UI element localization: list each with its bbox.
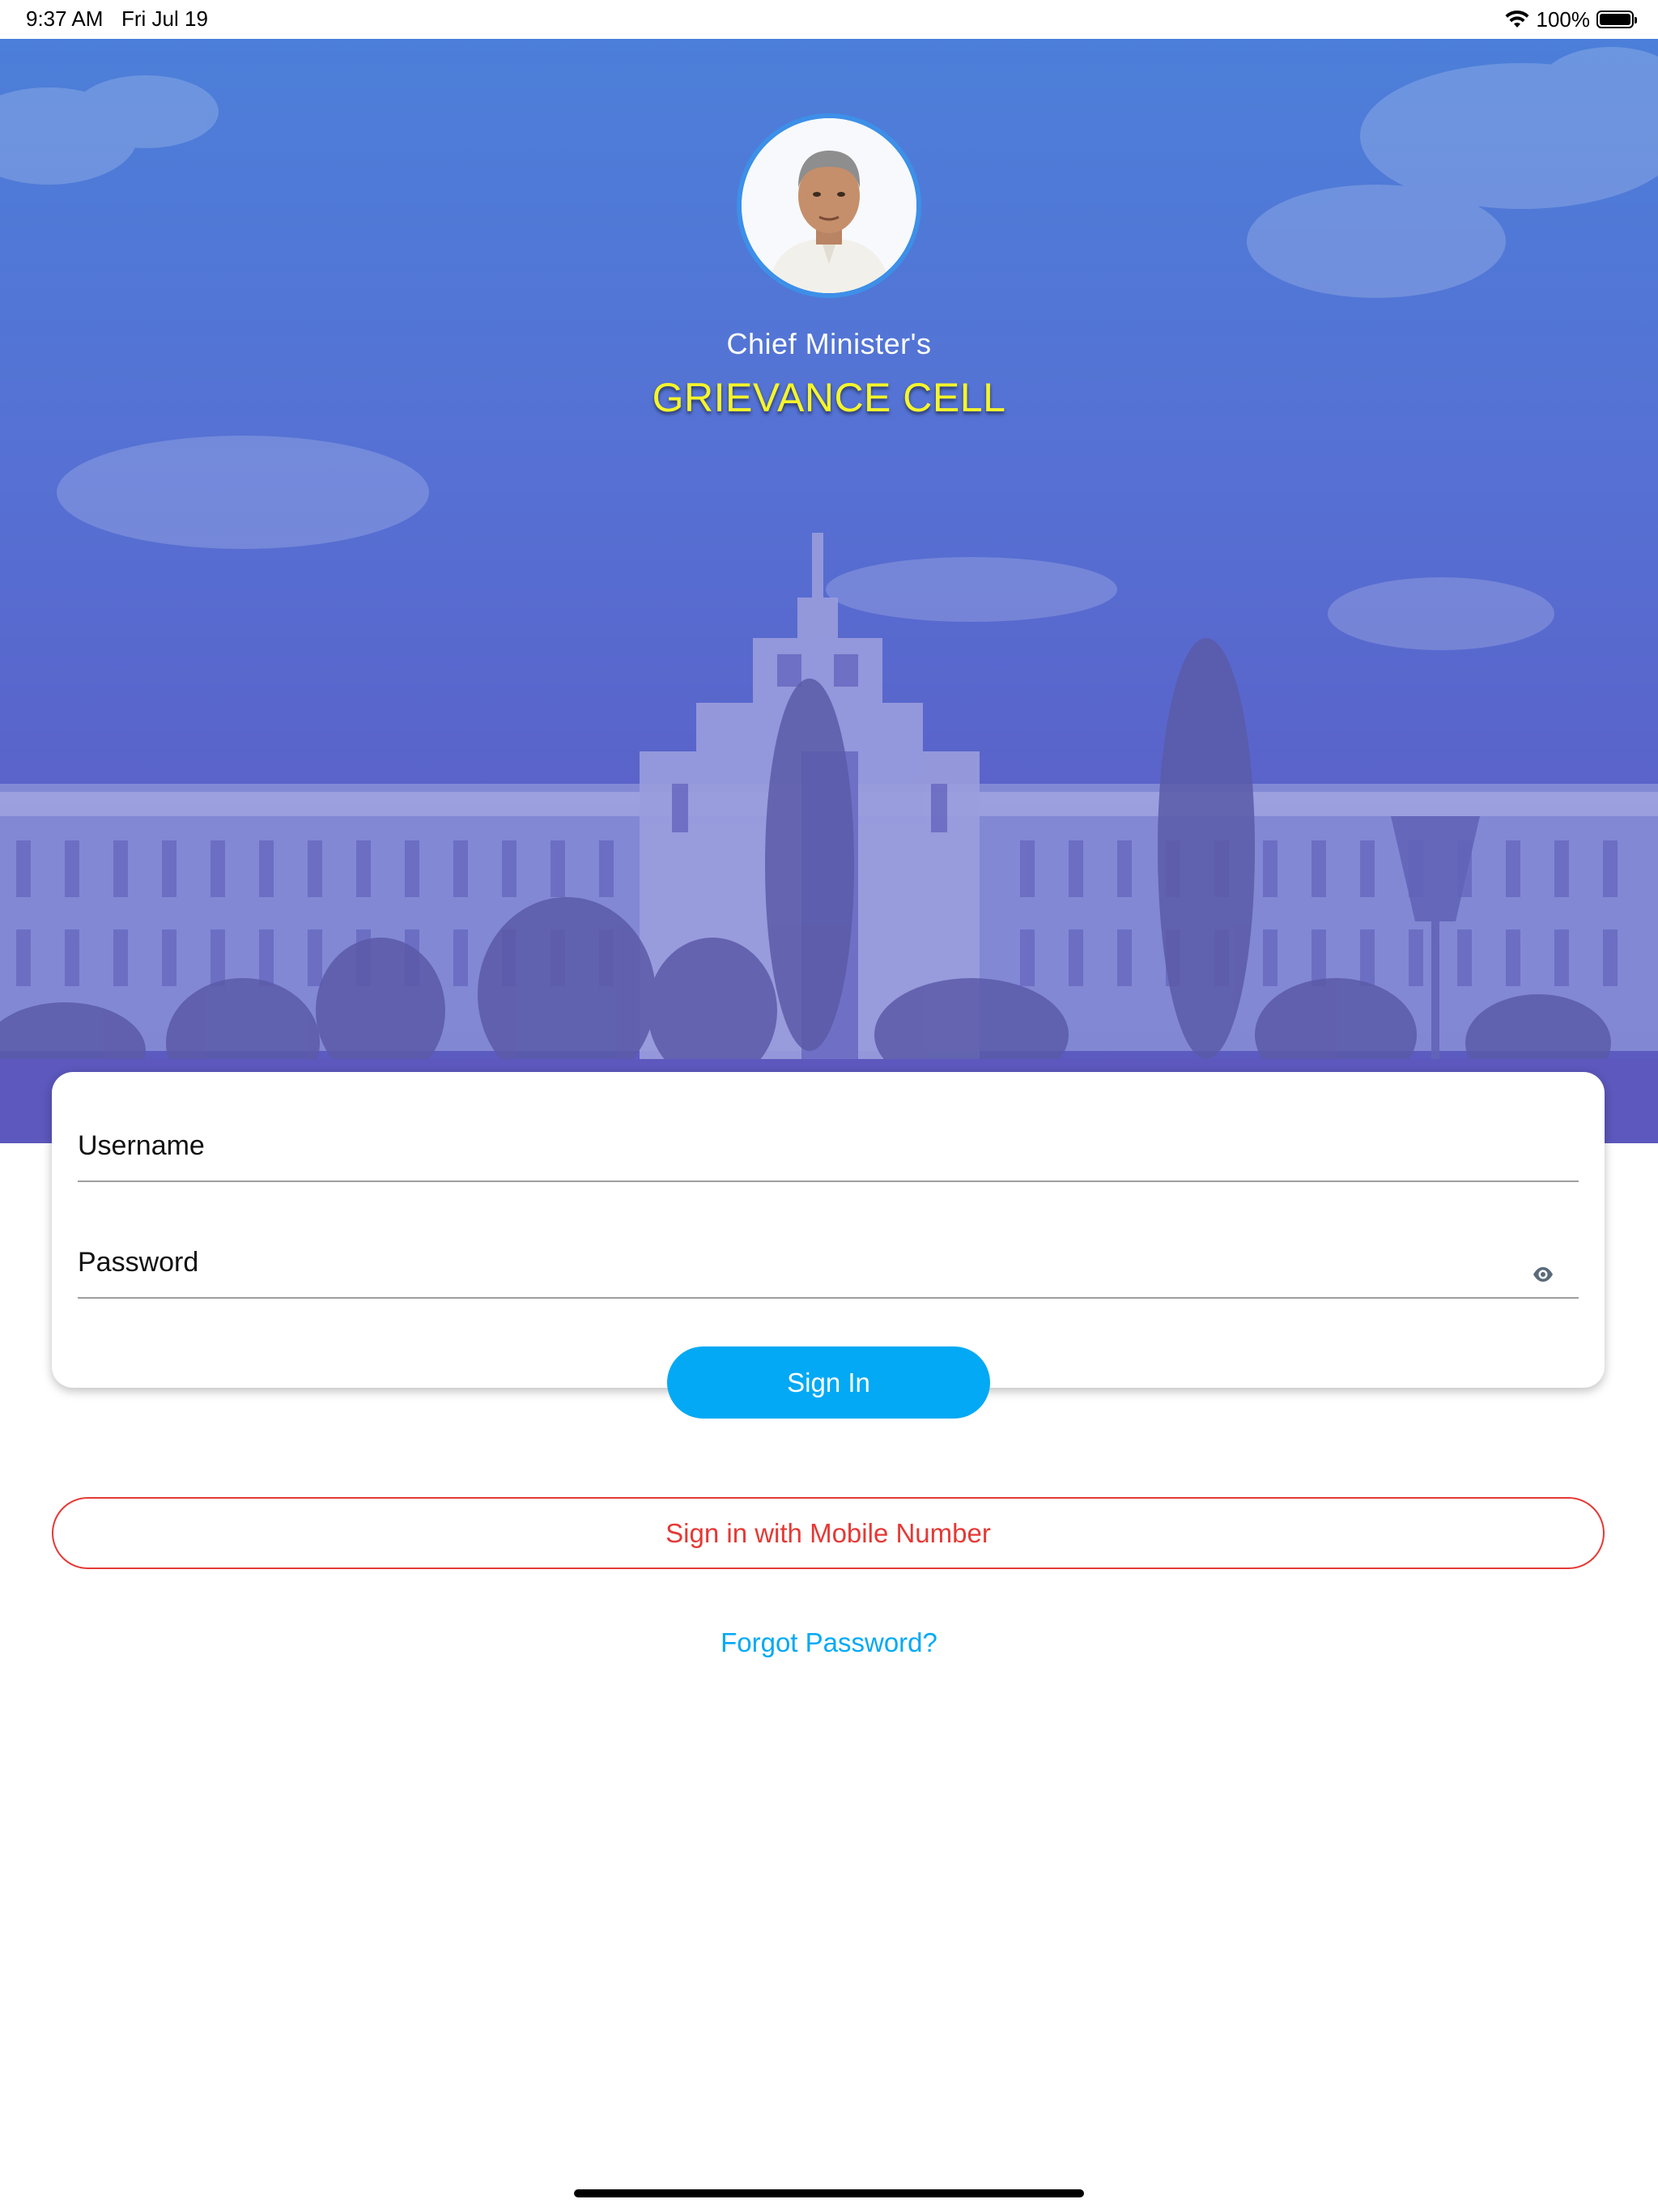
sign-in-mobile-button[interactable]: Sign in with Mobile Number — [52, 1497, 1605, 1569]
username-field[interactable]: Username — [78, 1103, 1579, 1182]
status-date: Fri Jul 19 — [121, 6, 208, 31]
password-field[interactable]: Password — [78, 1219, 1579, 1299]
sign-in-button[interactable]: Sign In — [667, 1346, 990, 1419]
avatar — [737, 113, 921, 298]
hero-banner: Chief Minister's GRIEVANCE CELL — [0, 39, 1658, 1143]
status-bar: 9:37 AM Fri Jul 19 100% — [0, 0, 1658, 39]
battery-level-fill — [1600, 14, 1630, 25]
hero-subtitle: Chief Minister's — [726, 327, 932, 360]
login-screen: 9:37 AM Fri Jul 19 100% Chief Minister's… — [0, 0, 1658, 2212]
battery-icon — [1596, 11, 1637, 28]
battery-percentage: 100% — [1536, 6, 1591, 32]
password-label: Password — [78, 1247, 199, 1278]
app-title: GRIEVANCE CELL — [652, 375, 1006, 420]
username-label: Username — [78, 1130, 205, 1161]
status-time: 9:37 AM — [26, 6, 104, 31]
login-card: Username Password — [52, 1072, 1605, 1388]
home-indicator[interactable] — [574, 2189, 1084, 2197]
wifi-icon — [1505, 10, 1528, 28]
forgot-password-link[interactable]: Forgot Password? — [0, 1627, 1658, 1658]
eye-icon[interactable] — [1532, 1263, 1554, 1286]
profile-photo-icon — [742, 118, 916, 293]
status-indicators: 100% — [1504, 5, 1637, 34]
